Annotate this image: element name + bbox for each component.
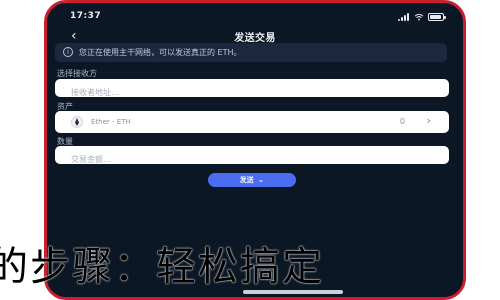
recipient-label: 选择接收方 [57,69,97,78]
amount-placeholder: 交易金额... [71,155,111,164]
ethereum-icon [71,116,83,128]
asset-name: Ether - ETH [91,118,131,126]
send-button[interactable]: 发送 ⌄ [208,173,296,187]
amount-field[interactable]: 交易金额... [55,146,449,164]
send-button-label: 发送 [239,176,254,184]
wifi-icon [414,13,424,21]
battery-icon [428,13,446,21]
chevron-right-icon: › [426,114,431,127]
ethereum-glyph [75,118,79,126]
chevron-down-icon: ⌄ [257,175,265,184]
page-title: 发送交易 [234,33,276,44]
asset-balance: 0 [399,117,405,126]
status-time: 17:37 [70,11,102,21]
status-bar: 17:37 [62,11,448,25]
signal-icon [398,13,410,21]
network-notice: i 您正在使用主干网络，可以发送真正的 ETH。 [55,43,447,62]
battery-tip [444,16,446,19]
home-indicator [243,290,343,294]
top-nav: ‹ 发送交易 [69,28,441,44]
recipient-placeholder: 接收者地址... [71,88,119,97]
recipient-address-field[interactable]: 接收者地址... [55,79,449,97]
status-icons [398,12,446,22]
asset-selector[interactable]: Ether - ETH 0 › [55,111,449,133]
battery-fill [430,15,441,19]
notice-text: 您正在使用主干网络，可以发送真正的 ETH。 [79,48,242,57]
overlay-title-text: 的步骤：轻松搞定 [0,244,324,290]
screenshot-scene: 17:37 ‹ 发送交易 i 您正在使用主干网络，可以发送真正的 ETH。 选择… [0,0,500,300]
info-icon: i [63,47,73,57]
